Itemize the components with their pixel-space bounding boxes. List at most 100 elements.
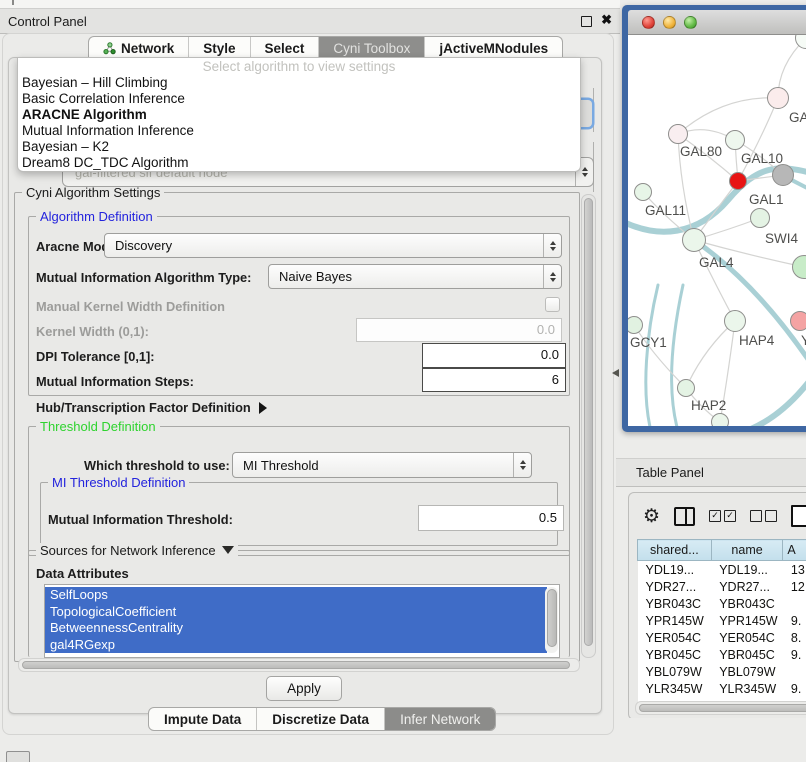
network-canvas[interactable]: GAL80GAL10GALGAL1GAL11SWI4GAL4GCY1HAP4YH…: [628, 35, 806, 426]
kernel-width-field[interactable]: 0.0: [356, 318, 562, 342]
combo-stepper[interactable]: [543, 265, 561, 288]
hub-definition-toggle[interactable]: Hub/Transcription Factor Definition: [36, 400, 267, 415]
list-vertical-scrollbar[interactable]: [545, 587, 558, 653]
table-cell[interactable]: YER054C: [638, 629, 712, 646]
table-row[interactable]: YLR345WYLR345W9.: [638, 680, 806, 697]
tab-impute-data[interactable]: Impute Data: [149, 708, 257, 730]
document-icon[interactable]: [791, 505, 806, 527]
gear-icon[interactable]: ⚙: [643, 507, 660, 526]
table-cell[interactable]: YLR345W: [638, 680, 712, 697]
network-node[interactable]: [767, 87, 789, 109]
column-header-name[interactable]: name: [711, 540, 783, 561]
close-icon[interactable]: ✖: [601, 12, 612, 28]
network-node[interactable]: [634, 183, 652, 201]
combo-stepper[interactable]: [543, 234, 561, 257]
table-row[interactable]: YBR043CYBR043C: [638, 595, 806, 612]
column-header-a[interactable]: A: [783, 540, 806, 561]
tab-infer-network[interactable]: Infer Network: [385, 708, 495, 730]
network-node[interactable]: [772, 164, 794, 186]
dropdown-item-bayesian-hill-climbing[interactable]: Bayesian – Hill Climbing: [18, 75, 580, 91]
table-row[interactable]: YDL19...YDL19...13: [638, 561, 806, 579]
table-horizontal-scrollbar[interactable]: [635, 701, 806, 715]
table-row[interactable]: YER054CYER054C8.: [638, 629, 806, 646]
attribute-item-gal4rgexp[interactable]: gal4RGexp: [45, 637, 547, 654]
tab-style[interactable]: Style: [189, 37, 250, 59]
select-all-icon[interactable]: ✓✓: [709, 510, 736, 522]
zoom-light[interactable]: [684, 16, 697, 29]
data-attributes-list[interactable]: SelfLoopsTopologicalCoefficientBetweenne…: [44, 584, 560, 658]
network-node[interactable]: [750, 208, 770, 228]
apply-button[interactable]: Apply: [266, 676, 342, 701]
combo-stepper[interactable]: [513, 453, 531, 477]
table-cell[interactable]: YDL19...: [638, 561, 712, 579]
network-node[interactable]: [682, 228, 706, 252]
table-cell[interactable]: [783, 595, 806, 612]
table-cell[interactable]: YBR043C: [638, 595, 712, 612]
minimize-light[interactable]: [663, 16, 676, 29]
tab-discretize-data[interactable]: Discretize Data: [257, 708, 385, 730]
dropdown-item-mutual-information-inference[interactable]: Mutual Information Inference: [18, 123, 580, 139]
table-cell[interactable]: YPR145W: [638, 612, 712, 629]
network-node[interactable]: [725, 130, 745, 150]
deselect-all-icon[interactable]: [750, 510, 777, 522]
table-cell[interactable]: 9.: [783, 612, 806, 629]
table-cell[interactable]: YDR27...: [711, 578, 783, 595]
network-node[interactable]: [711, 413, 729, 426]
network-node[interactable]: [729, 172, 747, 190]
float-window-icon[interactable]: [581, 16, 592, 27]
scrollbar-thumb[interactable]: [547, 589, 557, 647]
table-cell[interactable]: 9.: [783, 646, 806, 663]
manual-kernel-checkbox[interactable]: [545, 297, 560, 312]
tab-cyni-toolbox[interactable]: Cyni Toolbox: [319, 37, 425, 59]
table-cell[interactable]: YBR045C: [638, 646, 712, 663]
table-cell[interactable]: 9.: [783, 680, 806, 697]
table-row[interactable]: YDR27...YDR27...12: [638, 578, 806, 595]
attribute-item-topologicalcoefficient[interactable]: TopologicalCoefficient: [45, 604, 547, 621]
scrollbar-thumb[interactable]: [22, 661, 570, 669]
dropdown-item-basic-correlation-inference[interactable]: Basic Correlation Inference: [18, 91, 580, 107]
table-cell[interactable]: [783, 663, 806, 680]
table-cell[interactable]: 12: [783, 578, 806, 595]
dropdown-item-bayesian-k2[interactable]: Bayesian – K2: [18, 139, 580, 155]
table-cell[interactable]: YLR345W: [711, 680, 783, 697]
close-light[interactable]: [642, 16, 655, 29]
table-cell[interactable]: YER054C: [711, 629, 783, 646]
scrollbar-thumb[interactable]: [639, 704, 806, 712]
scrollbar-thumb[interactable]: [584, 198, 593, 646]
dpi-tolerance-field[interactable]: 0.0: [422, 343, 566, 368]
table-cell[interactable]: YBL079W: [711, 663, 783, 680]
attribute-item-selfloops[interactable]: SelfLoops: [45, 587, 547, 604]
table-cell[interactable]: YPR145W: [711, 612, 783, 629]
tab-network[interactable]: Network: [89, 37, 189, 59]
network-node[interactable]: [677, 379, 695, 397]
collapsed-arrow-icon[interactable]: [259, 402, 267, 414]
network-node[interactable]: [790, 311, 806, 331]
which-threshold-combo[interactable]: MI Threshold: [232, 452, 532, 478]
network-view-window[interactable]: GAL80GAL10GALGAL1GAL11SWI4GAL4GCY1HAP4YH…: [622, 5, 806, 432]
tab-jactivemnodules[interactable]: jActiveMNodules: [425, 37, 562, 59]
table-row[interactable]: YBR045CYBR045C9.: [638, 646, 806, 663]
table-row[interactable]: YPR145WYPR145W9.: [638, 612, 806, 629]
table-cell[interactable]: YBR043C: [711, 595, 783, 612]
expanded-arrow-icon[interactable]: [222, 546, 234, 554]
dropdown-item-dream8-dc-tdc-algorithm[interactable]: Dream8 DC_TDC Algorithm: [18, 155, 580, 171]
network-node[interactable]: [724, 310, 746, 332]
table-cell[interactable]: 13: [783, 561, 806, 579]
attribute-item-betweennesscentrality[interactable]: BetweennessCentrality: [45, 620, 547, 637]
mi-type-combo[interactable]: Naive Bayes: [268, 264, 562, 289]
table-cell[interactable]: 8.: [783, 629, 806, 646]
table-row[interactable]: YBL079WYBL079W: [638, 663, 806, 680]
column-header-shared[interactable]: shared...: [638, 540, 712, 561]
table-cell[interactable]: YBL079W: [638, 663, 712, 680]
minimized-panel-icon[interactable]: [6, 751, 30, 762]
network-node[interactable]: [668, 124, 688, 144]
settings-vertical-scrollbar[interactable]: [581, 194, 596, 658]
table-cell[interactable]: YDR27...: [638, 578, 712, 595]
aracne-mode-combo[interactable]: Discovery: [104, 233, 562, 258]
dropdown-item-aracne-algorithm[interactable]: ARACNE Algorithm: [18, 107, 580, 123]
settings-horizontal-scrollbar[interactable]: [18, 658, 580, 672]
mi-threshold-field[interactable]: 0.5: [418, 505, 564, 531]
table-cell[interactable]: YDL19...: [711, 561, 783, 579]
tab-select[interactable]: Select: [251, 37, 320, 59]
table-cell[interactable]: YBR045C: [711, 646, 783, 663]
